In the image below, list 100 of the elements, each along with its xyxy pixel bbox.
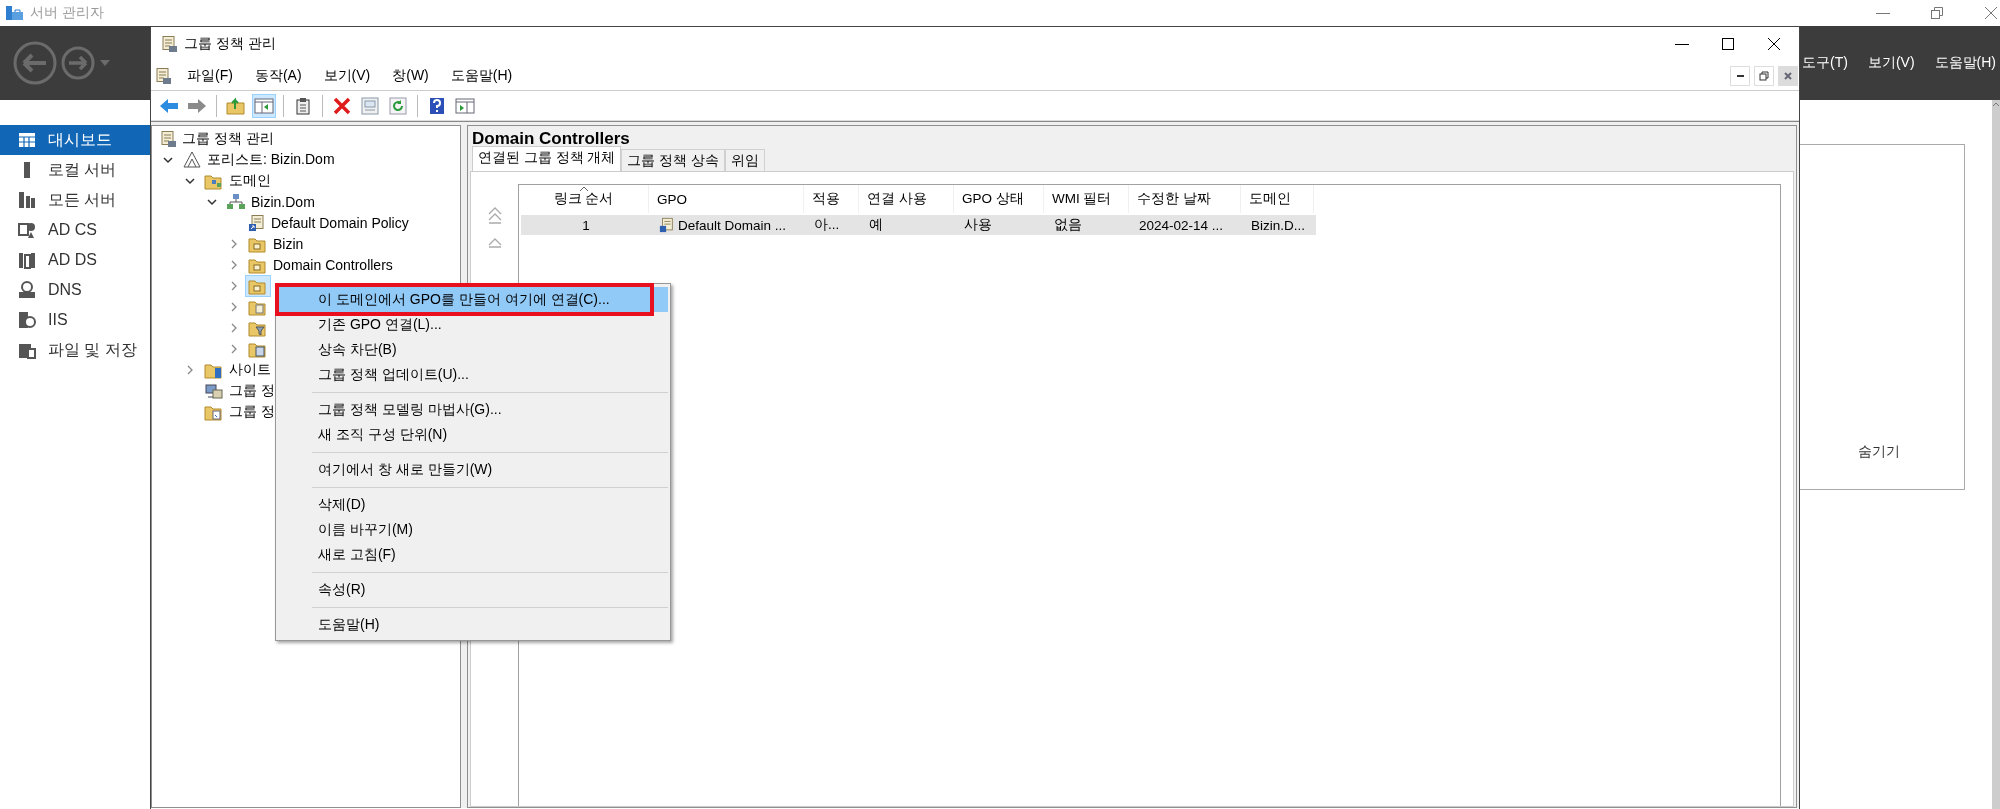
forward-arrow-icon — [187, 96, 207, 115]
menu-item[interactable]: 이름 바꾸기(M) — [278, 517, 668, 542]
minimize-button[interactable] — [1730, 65, 1750, 86]
column-header[interactable]: 연결 사용 — [859, 185, 954, 213]
tree-item[interactable]: 사이트 — [201, 358, 274, 381]
window-pane-icon — [254, 96, 274, 115]
menu-item[interactable]: 새 조직 구성 단위(N) — [278, 422, 668, 447]
menu-item[interactable]: 보기(V) — [312, 66, 382, 85]
menu-item[interactable]: 여기에서 창 새로 만들기(W) — [278, 457, 668, 482]
table-cell: 1 — [582, 217, 590, 233]
document-icon — [248, 213, 266, 232]
minimize-icon — [1736, 74, 1744, 77]
column-header[interactable]: 수정한 날짜 — [1129, 185, 1241, 213]
chevron-up-icon[interactable] — [486, 236, 503, 248]
menu-item[interactable]: 도구(T) — [1802, 54, 1848, 72]
window-pane-icon — [455, 96, 475, 115]
sidebar-item[interactable]: AD CS — [0, 215, 150, 245]
table-cell: Bizin.D... — [1251, 217, 1305, 233]
menu-item[interactable]: 도움말(H) — [1934, 54, 1996, 72]
restore-icon[interactable] — [1930, 6, 1944, 20]
menu-item[interactable]: 그룹 정책 업데이트(U)... — [278, 362, 668, 387]
triangle-icon — [182, 150, 202, 169]
tab[interactable]: 그룹 정책 상속 — [621, 149, 725, 171]
column-header[interactable]: 도메인 — [1241, 185, 1314, 213]
storage-icon — [18, 341, 36, 359]
menu-item[interactable]: 삭제(D) — [278, 492, 668, 517]
hide-link[interactable]: 숨기기 — [1858, 443, 1900, 461]
tree-item[interactable]: Default Domain Policy — [245, 211, 412, 234]
toolbox-icon — [4, 4, 24, 22]
scroll-up-icon[interactable] — [1992, 100, 2000, 108]
document-icon — [154, 66, 172, 85]
document-icon — [159, 129, 177, 148]
menu-item[interactable]: 창(W) — [381, 66, 440, 85]
menu-item[interactable]: 동작(A) — [243, 66, 313, 85]
network-icon — [226, 192, 246, 211]
tree-item[interactable]: 그룹 정 — [201, 379, 278, 402]
menu-item[interactable]: 도움말(H) — [278, 612, 668, 637]
column-header[interactable]: GPO — [649, 185, 804, 213]
column-header[interactable]: GPO 상태 — [954, 185, 1044, 213]
document-icon — [160, 35, 178, 53]
toolbar-button[interactable] — [252, 93, 276, 118]
column-header[interactable]: 링크 순서 — [519, 185, 649, 213]
menu-item[interactable]: 상속 차단(B) — [278, 337, 668, 362]
delete-icon — [333, 96, 351, 115]
sidebar-item[interactable]: 대시보드 — [0, 125, 150, 155]
restore-icon — [1759, 70, 1769, 81]
document-icon — [659, 217, 675, 233]
servers-icon — [18, 191, 36, 209]
sidebar-item[interactable]: IIS — [0, 305, 150, 335]
tree-item[interactable]: 그룹 정 — [201, 400, 278, 423]
double-chevron-up-icon[interactable] — [486, 206, 503, 224]
column-header[interactable]: WMI 필터 — [1044, 185, 1129, 213]
maximize-icon[interactable] — [1721, 37, 1735, 51]
folder-up-icon — [226, 96, 246, 115]
tab[interactable]: 위임 — [724, 149, 765, 171]
tree-item[interactable]: 그룹 정책 관리 — [156, 127, 277, 150]
tree-item[interactable]: Bizin.Dom — [223, 190, 318, 213]
table-row[interactable]: 1 Default Domain ... 아... 예 사용 없음 2024-02-14 ... Bizin.D... — [521, 215, 1316, 235]
sidebar-item[interactable]: AD DS — [0, 245, 150, 275]
help-icon — [429, 96, 445, 115]
table-cell: 예 — [869, 216, 883, 234]
tree-item[interactable]: Bizin — [245, 232, 307, 255]
back-arrow-icon — [159, 96, 179, 115]
menu-item[interactable]: 보기(V) — [1867, 54, 1915, 72]
menu-item[interactable]: 도움말(H) — [439, 66, 524, 85]
tab[interactable]: 연결된 그룹 정책 개체 — [472, 146, 622, 171]
menu-item[interactable]: 기존 GPO 연결(L)... — [278, 312, 668, 337]
sidebar-item[interactable]: 파일 및 저장 — [0, 335, 150, 365]
table-cell: 사용 — [964, 216, 992, 234]
window-title: 그룹 정책 관리 — [184, 35, 276, 53]
pane-title: Domain Controllers — [471, 128, 631, 149]
menu-item[interactable]: 속성(R) — [278, 577, 668, 602]
table-cell: Default Domain ... — [678, 217, 787, 233]
column-header[interactable]: 적용 — [804, 185, 859, 213]
restore-button[interactable] — [1754, 65, 1774, 86]
tree-item[interactable]: 도메인 — [201, 169, 274, 192]
clipboard-icon — [295, 96, 311, 115]
tree-item[interactable]: Domain Controllers — [245, 253, 396, 276]
computer-icon — [204, 381, 224, 400]
scrollbar[interactable] — [1992, 100, 2000, 809]
tree-item[interactable] — [245, 274, 271, 297]
close-button[interactable] — [1778, 65, 1798, 86]
close-icon[interactable] — [1767, 37, 1781, 51]
tree-item[interactable]: 포리스트: Bizin.Dom — [179, 148, 338, 171]
menu-item[interactable]: 파일(F) — [176, 66, 244, 85]
minimize-icon[interactable] — [1675, 43, 1689, 45]
sidebar-item[interactable]: 모든 서버 — [0, 185, 150, 215]
sidebar-item[interactable]: DNS — [0, 275, 150, 305]
caret-icon[interactable] — [99, 59, 111, 67]
app-title: 서버 관리자 — [30, 4, 104, 22]
properties-icon — [361, 96, 379, 115]
table-cell: 2024-02-14 ... — [1139, 217, 1224, 233]
dashboard-grid-icon — [18, 131, 36, 149]
menu-item[interactable]: 그룹 정책 모델링 마법사(G)... — [278, 397, 668, 422]
sidebar-item[interactable]: 로컬 서버 — [0, 155, 150, 185]
close-icon — [1783, 70, 1793, 81]
refresh-icon — [389, 96, 407, 115]
table-cell: 없음 — [1054, 216, 1082, 234]
menu-item[interactable]: 새로 고침(F) — [278, 542, 668, 567]
table-cell: 아... — [814, 216, 840, 234]
